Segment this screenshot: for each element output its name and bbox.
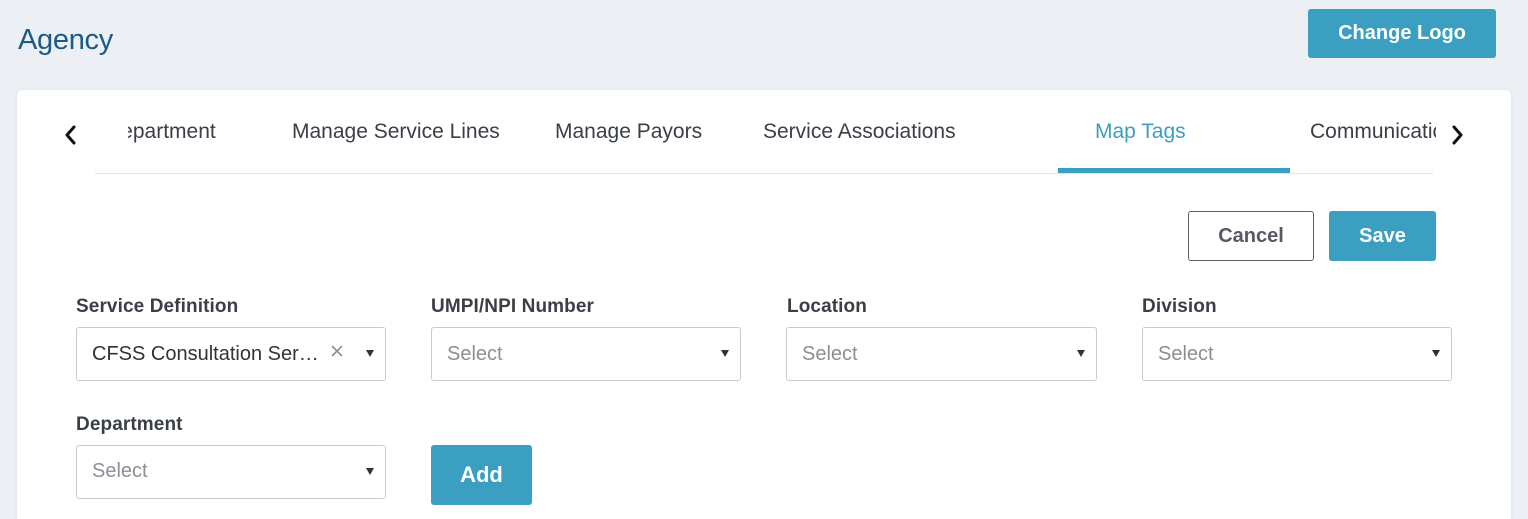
- save-button[interactable]: Save: [1329, 211, 1436, 261]
- umpi-npi-select[interactable]: Select: [431, 327, 741, 381]
- change-logo-button[interactable]: Change Logo: [1308, 9, 1496, 58]
- service-definition-label: Service Definition: [76, 296, 239, 317]
- tab-service-associations[interactable]: Service Associations: [763, 120, 956, 172]
- tab-map-tags[interactable]: Map Tags: [1095, 120, 1186, 172]
- caret-down-icon: [1432, 350, 1440, 357]
- location-label: Location: [787, 296, 867, 317]
- department-select[interactable]: Select: [76, 445, 386, 499]
- tab-manage-service-lines[interactable]: Manage Service Lines: [292, 120, 500, 172]
- department-label: Department: [76, 414, 183, 435]
- settings-card: Department Manage Service Lines Manage P…: [17, 90, 1511, 519]
- service-definition-select[interactable]: CFSS Consultation Ser…: [76, 327, 386, 381]
- service-definition-value: CFSS Consultation Ser…: [92, 343, 319, 365]
- cancel-button[interactable]: Cancel: [1188, 211, 1314, 261]
- umpi-npi-label: UMPI/NPI Number: [431, 296, 595, 317]
- division-placeholder: Select: [1158, 343, 1214, 365]
- caret-down-icon: [366, 350, 374, 357]
- tab-strip: Department Manage Service Lines Manage P…: [128, 90, 1436, 174]
- division-select[interactable]: Select: [1142, 327, 1452, 381]
- chevron-right-icon[interactable]: [1445, 122, 1469, 148]
- add-button[interactable]: Add: [431, 445, 532, 505]
- caret-down-icon: [366, 468, 374, 475]
- caret-down-icon: [721, 350, 729, 357]
- clear-icon[interactable]: [329, 342, 347, 362]
- umpi-npi-placeholder: Select: [447, 343, 503, 365]
- tab-communications[interactable]: Communicatio: [1310, 120, 1436, 172]
- page-title: Agency: [18, 24, 113, 56]
- tab-bar: Department Manage Service Lines Manage P…: [95, 90, 1436, 174]
- location-select[interactable]: Select: [786, 327, 1097, 381]
- department-placeholder: Select: [92, 460, 148, 482]
- chevron-left-icon[interactable]: [59, 122, 83, 148]
- caret-down-icon: [1077, 350, 1085, 357]
- division-label: Division: [1142, 296, 1217, 317]
- tab-manage-payors[interactable]: Manage Payors: [555, 120, 702, 172]
- active-tab-indicator: [1058, 168, 1290, 173]
- location-placeholder: Select: [802, 343, 858, 365]
- tab-department[interactable]: Department: [128, 120, 216, 172]
